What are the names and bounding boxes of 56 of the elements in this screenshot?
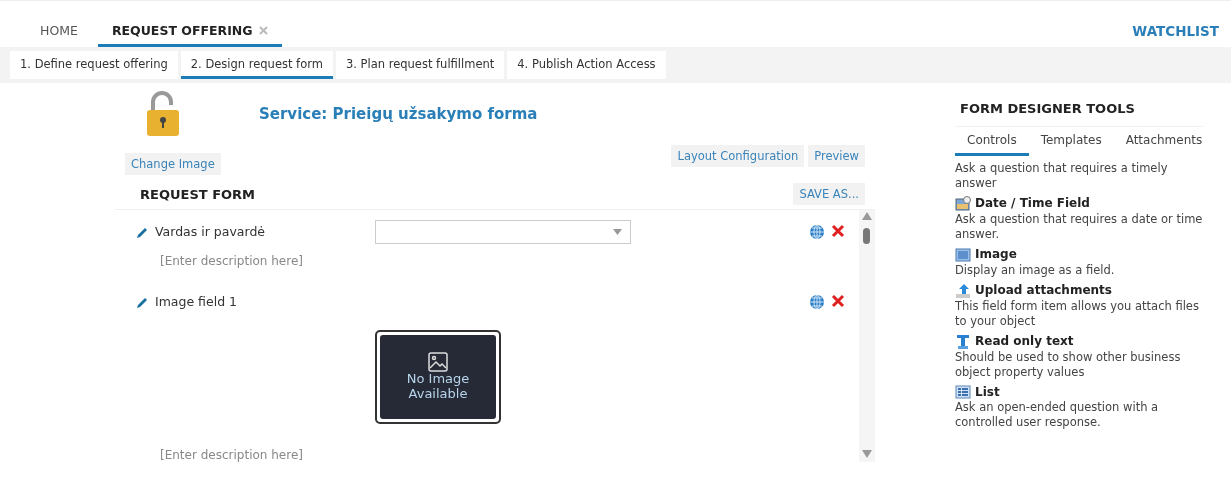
tool-description: Should be used to show other business object property values: [955, 349, 1182, 380]
calendar-clock-icon: [955, 195, 971, 212]
tool-name: Date / Time Field: [975, 196, 1090, 212]
field-label: Image field 1: [155, 294, 239, 311]
text-tool-icon: [955, 333, 971, 350]
tool-name: List: [975, 384, 1000, 401]
change-image-button[interactable]: Change Image: [125, 153, 221, 175]
tool-name: Upload attachments: [975, 282, 1112, 299]
service-title: Service: Prieigų užsakymo forma: [259, 105, 538, 123]
delete-icon[interactable]: [831, 294, 845, 308]
padlock-icon: [145, 91, 181, 137]
list-icon: [955, 384, 971, 401]
scroll-up-icon[interactable]: [862, 212, 872, 220]
scroll-thumb[interactable]: [863, 228, 870, 244]
tool-item[interactable]: List: [955, 384, 1203, 401]
caret-icon: [613, 229, 622, 235]
globe-icon[interactable]: [809, 224, 825, 240]
tool-description: Ask a question that requires a timely answer: [955, 161, 1169, 191]
image-icon: [428, 352, 448, 373]
no-image-text: No Image Available: [405, 372, 471, 402]
save-as-button[interactable]: SAVE AS...: [793, 183, 865, 205]
tool-tab[interactable]: Templates: [1028, 127, 1114, 156]
tool-name: Image: [975, 246, 1017, 263]
panel-title: FORM DESIGNER TOOLS: [959, 101, 1136, 116]
tool-description: Ask a question that requires a date or time answer.: [955, 211, 1203, 242]
tool-tab[interactable]: Controls: [955, 127, 1029, 156]
tool-item[interactable]: Date / Time Field: [955, 195, 1203, 212]
pencil-icon[interactable]: [135, 226, 149, 240]
upload-icon: [955, 282, 971, 299]
tool-tab[interactable]: Attachments: [1113, 127, 1215, 156]
pencil-icon[interactable]: [135, 296, 149, 310]
tool-item[interactable]: Read only text: [955, 333, 1203, 350]
scrollbar[interactable]: [859, 210, 875, 462]
tool-description: This field form item allows you attach files to your object: [955, 298, 1200, 329]
field-label: Vardas ir pavardė: [155, 224, 267, 241]
globe-icon[interactable]: [809, 294, 825, 310]
tool-item[interactable]: Image: [955, 246, 1203, 263]
dropdown-field[interactable]: [375, 220, 631, 244]
layout-configuration-button[interactable]: Layout Configuration: [671, 145, 805, 167]
field-description: [Enter description here]: [159, 447, 304, 464]
tool-description: Display an image as a field.: [955, 262, 1116, 278]
scroll-down-icon[interactable]: [862, 450, 872, 458]
image-field-icon: [955, 246, 971, 263]
step-tab[interactable]: 3. Plan request fulfillment: [335, 51, 505, 79]
tool-name: Read only text: [975, 333, 1074, 350]
watchlist-link[interactable]: WATCHLIST: [1132, 23, 1219, 39]
tool-item[interactable]: Upload attachments: [955, 282, 1203, 299]
step-tab[interactable]: 2. Design request form: [180, 51, 333, 79]
section-title: REQUEST FORM: [140, 186, 255, 202]
delete-icon[interactable]: [831, 224, 845, 238]
field-description: [Enter description here]: [159, 253, 304, 270]
preview-button[interactable]: Preview: [808, 145, 865, 167]
step-tab[interactable]: 4. Publish Action Access: [507, 51, 666, 79]
tool-description: Ask an open-ended question with a controlled user response.: [955, 400, 1160, 431]
step-tab[interactable]: 1. Define request offering: [10, 51, 178, 79]
nav-tab[interactable]: HOME: [20, 23, 98, 47]
